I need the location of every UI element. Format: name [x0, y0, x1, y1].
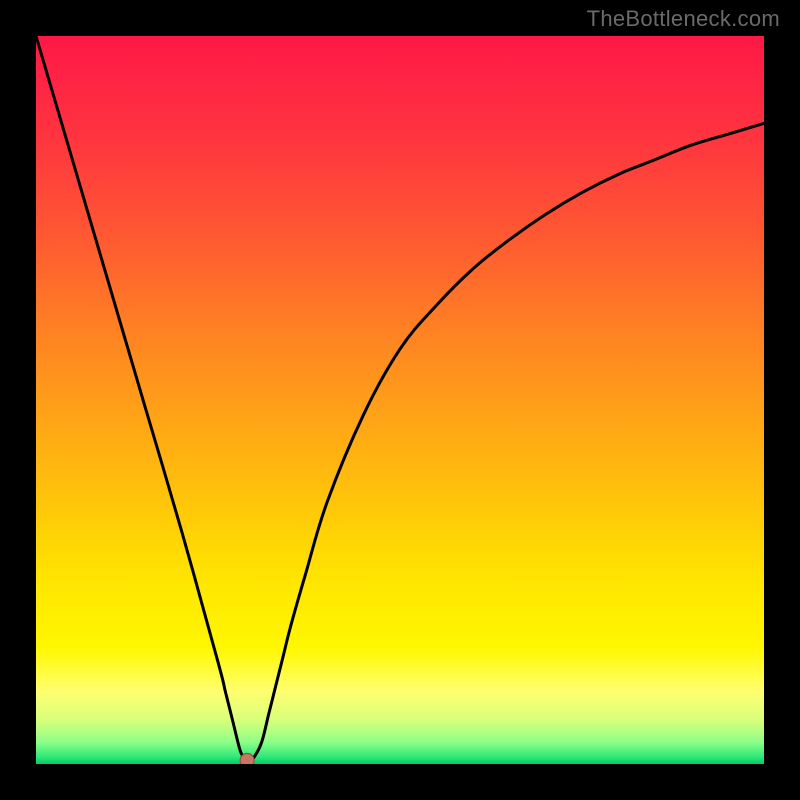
chart-background [36, 36, 764, 764]
bottleneck-chart [36, 36, 764, 764]
chart-frame: TheBottleneck.com [0, 0, 800, 800]
watermark-text: TheBottleneck.com [587, 6, 780, 32]
optimal-point-marker [240, 753, 254, 764]
